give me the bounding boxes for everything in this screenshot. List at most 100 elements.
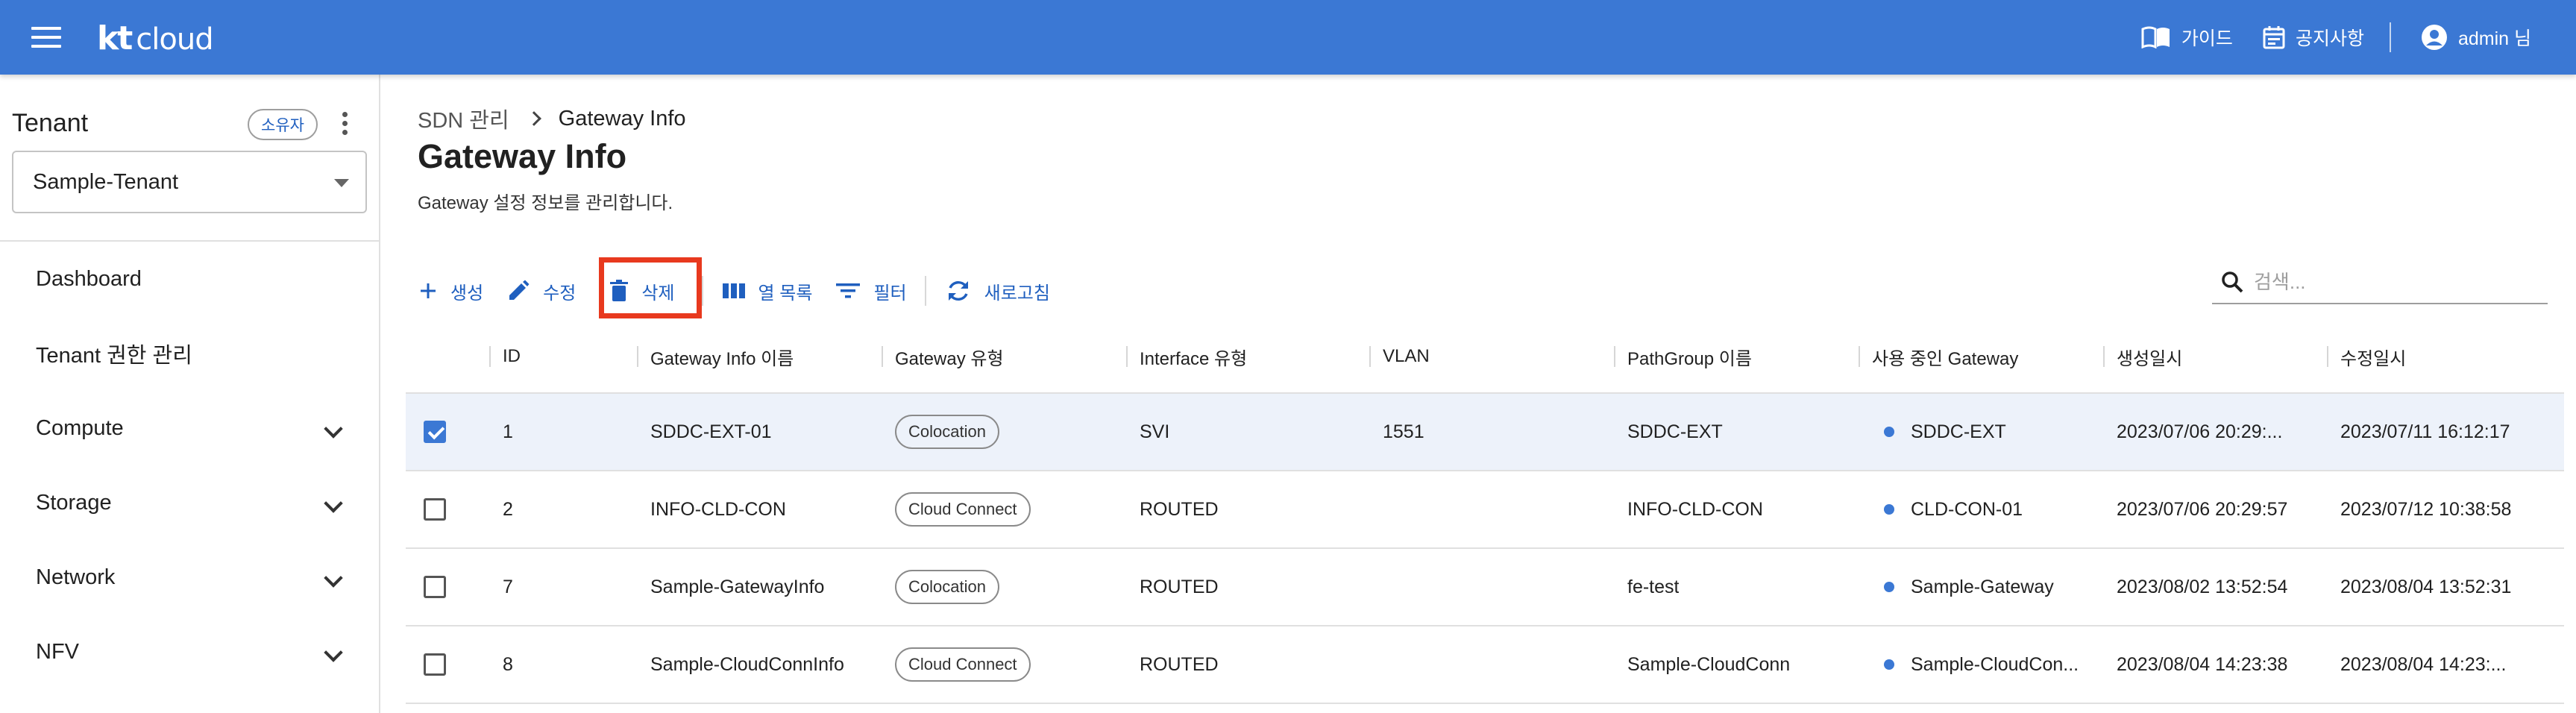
- cell-created: 2023/07/06 20:29:57: [2117, 498, 2288, 520]
- chevron-down-icon: [324, 419, 343, 439]
- page-description: Gateway 설정 정보를 관리합니다.: [418, 193, 673, 213]
- cell-gateway: SDDC-EXT: [1884, 394, 2006, 470]
- calendar-icon: [2263, 26, 2285, 49]
- notice-link[interactable]: 공지사항: [2263, 24, 2364, 51]
- refresh-button[interactable]: 새로고침: [946, 278, 1050, 304]
- chevron-down-icon: [324, 643, 343, 662]
- cell-created: 2023/07/06 20:29:...: [2117, 421, 2283, 442]
- column-separator: [1859, 346, 1860, 367]
- tenant-select[interactable]: Sample-Tenant: [12, 151, 367, 213]
- cell-modified: 2023/07/11 16:12:17: [2340, 421, 2510, 442]
- cell-vlan: 1551: [1383, 421, 1424, 442]
- table-row[interactable]: 1 SDDC-EXT-01 Colocation SVI 1551 SDDC-E…: [406, 394, 2564, 471]
- top-app-bar: kt cloud 가이드 공지사항 admin 님: [0, 0, 2576, 75]
- chevron-down-icon: [324, 568, 343, 588]
- cell-interface: ROUTED: [1140, 576, 1219, 597]
- column-header-id[interactable]: ID: [503, 319, 521, 394]
- view-column-icon: [722, 283, 745, 298]
- cell-name: SDDC-EXT-01: [650, 421, 772, 442]
- pencil-icon: [509, 280, 530, 300]
- column-separator: [2103, 346, 2105, 367]
- toolbar-divider: [924, 276, 926, 306]
- sidebar-item-nfv[interactable]: NFV: [0, 615, 379, 689]
- breadcrumb-current: Gateway Info: [558, 106, 686, 131]
- gateway-type-chip: Cloud Connect: [895, 647, 1031, 682]
- column-separator: [882, 346, 883, 367]
- sidebar-item-dashboard[interactable]: Dashboard: [0, 242, 379, 316]
- header-divider: [2389, 22, 2391, 52]
- gateway-type-chip: Colocation: [895, 570, 999, 604]
- edit-button[interactable]: 수정: [507, 278, 576, 304]
- status-dot: [1884, 504, 1894, 515]
- cell-id: 8: [503, 653, 513, 675]
- table-row[interactable]: 2 INFO-CLD-CON Cloud Connect ROUTED INFO…: [406, 471, 2564, 549]
- sidebar-item-tenant-permission[interactable]: Tenant 권한 관리: [0, 316, 379, 391]
- delete-button[interactable]: 삭제: [610, 278, 675, 304]
- row-checkbox[interactable]: [424, 421, 446, 443]
- refresh-icon: [948, 280, 968, 301]
- cell-type: Colocation: [895, 394, 999, 470]
- gateway-type-chip: Cloud Connect: [895, 492, 1031, 527]
- table-row[interactable]: 8 Sample-CloudConnInfo Cloud Connect ROU…: [406, 626, 2564, 704]
- sidebar-item-storage[interactable]: Storage: [0, 465, 379, 540]
- search-input[interactable]: [2254, 270, 2537, 294]
- status-dot: [1884, 659, 1894, 670]
- cell-id: 1: [503, 421, 513, 442]
- column-header-name[interactable]: Gateway Info 이름: [650, 319, 794, 394]
- menu-icon[interactable]: [31, 27, 61, 48]
- cell-id: 2: [503, 498, 513, 520]
- row-checkbox[interactable]: [424, 498, 446, 521]
- trash-icon: [610, 280, 629, 301]
- breadcrumb: SDN 관리 Gateway Info: [418, 103, 686, 134]
- cell-pathgroup: INFO-CLD-CON: [1627, 498, 1763, 520]
- filter-button[interactable]: 필터: [836, 278, 907, 304]
- toolbar: 생성 수정 삭제 열 목록 필터 새로고침: [419, 261, 1074, 321]
- plus-icon: [421, 283, 436, 298]
- cell-gateway: CLD-CON-01: [1884, 471, 2023, 547]
- breadcrumb-parent[interactable]: SDN 관리: [418, 103, 509, 134]
- create-button[interactable]: 생성: [419, 278, 483, 304]
- row-checkbox[interactable]: [424, 653, 446, 676]
- cell-pathgroup: Sample-CloudConn: [1627, 653, 1791, 675]
- status-dot: [1884, 427, 1894, 437]
- sidebar-item-compute[interactable]: Compute: [0, 391, 379, 465]
- row-checkbox[interactable]: [424, 576, 446, 598]
- cell-type: Cloud Connect: [895, 626, 1031, 703]
- sidebar: Tenant 소유자 Sample-Tenant Dashboard Tenan…: [0, 75, 380, 713]
- cell-interface: SVI: [1140, 421, 1170, 442]
- cell-modified: 2023/08/04 14:23:...: [2340, 653, 2507, 675]
- column-header-gateway-type[interactable]: Gateway 유형: [895, 319, 1004, 394]
- cell-created: 2023/08/04 14:23:38: [2117, 653, 2288, 675]
- columns-button[interactable]: 열 목록: [722, 278, 812, 304]
- column-header-modified[interactable]: 수정일시: [2340, 319, 2406, 394]
- user-menu[interactable]: admin 님: [2421, 24, 2531, 51]
- guide-link[interactable]: 가이드: [2141, 24, 2233, 51]
- column-header-created[interactable]: 생성일시: [2117, 319, 2182, 394]
- book-icon: [2141, 26, 2170, 48]
- column-separator: [1614, 346, 1615, 367]
- cell-interface: ROUTED: [1140, 498, 1219, 520]
- column-header-gateway-in-use[interactable]: 사용 중인 Gateway: [1872, 319, 2018, 394]
- kt-cloud-logo[interactable]: kt cloud: [97, 19, 214, 57]
- column-header-pathgroup[interactable]: PathGroup 이름: [1627, 319, 1752, 394]
- sidebar-item-network[interactable]: Network: [0, 540, 379, 615]
- column-header-interface-type[interactable]: Interface 유형: [1140, 319, 1247, 394]
- column-separator: [637, 346, 638, 367]
- column-separator: [1369, 346, 1371, 367]
- gateway-info-table: ID Gateway Info 이름 Gateway 유형 Interface …: [406, 319, 2564, 704]
- chevron-down-icon: [324, 494, 343, 513]
- main-content: SDN 관리 Gateway Info Gateway Info Gateway…: [382, 75, 2576, 713]
- table-row[interactable]: 7 Sample-GatewayInfo Colocation ROUTED f…: [406, 549, 2564, 626]
- cell-modified: 2023/07/12 10:38:58: [2340, 498, 2512, 520]
- column-header-vlan[interactable]: VLAN: [1383, 319, 1430, 394]
- toolbar-divider: [701, 276, 703, 306]
- filter-list-icon: [836, 283, 861, 298]
- cell-name: Sample-CloudConnInfo: [650, 653, 844, 675]
- more-vert-icon[interactable]: [337, 112, 352, 137]
- cell-gateway: Sample-Gateway: [1884, 549, 2054, 625]
- dropdown-arrow-icon: [334, 179, 349, 187]
- search-box[interactable]: [2212, 261, 2548, 304]
- cell-interface: ROUTED: [1140, 653, 1219, 675]
- owner-badge: 소유자: [248, 109, 318, 140]
- cell-name: INFO-CLD-CON: [650, 498, 786, 520]
